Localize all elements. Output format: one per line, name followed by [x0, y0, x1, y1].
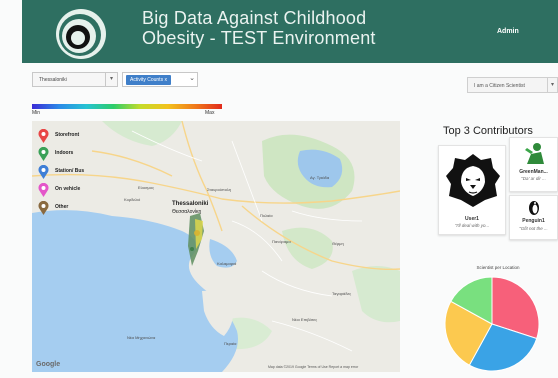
vehicle-pin-icon: [38, 183, 49, 197]
map-place-label: Νέα Μηχανιώνα: [127, 335, 156, 340]
green-figure-icon: [525, 143, 544, 164]
map-place-label: Περαία: [224, 341, 237, 346]
logo-icon: [56, 9, 106, 59]
metric-chip[interactable]: Activity Counts x: [126, 75, 171, 85]
map-attribution[interactable]: Map data ©2019 Google Terms of Use Repor…: [268, 365, 358, 369]
indoors-pin-icon: [38, 147, 49, 161]
city-select[interactable]: Thessaloniki ▾: [32, 72, 118, 87]
map-place-label: Καλαμαριά: [217, 261, 237, 266]
gradient-min-label: Min: [32, 110, 41, 116]
legend-label: Storefront: [55, 132, 80, 138]
pie-chart-title: Scientist per Location: [476, 265, 520, 270]
map-place-label: Θέρμη: [332, 241, 344, 246]
penguin-icon: [529, 201, 539, 215]
city-select-value: Thessaloniki: [39, 77, 67, 83]
role-select[interactable]: I am a Citizen Scientist ▾: [467, 77, 558, 93]
map-city-label-greek: Θεσσαλονίκη: [172, 209, 202, 215]
metric-select[interactable]: Activity Counts x ⌄: [122, 72, 198, 87]
contributor-name: Penguin1: [522, 218, 545, 224]
legend-item-storefront[interactable]: Storefront: [38, 129, 98, 147]
legend-item-station-bus[interactable]: Station/ Bus: [38, 165, 98, 183]
app-title: Big Data Against Childhood Obesity - TES…: [142, 8, 376, 48]
map-marker-legend: Storefront Indoors Station/ Bus On vehic…: [38, 129, 98, 219]
legend-label: Indoors: [55, 150, 74, 156]
chevron-down-icon: ⌄: [189, 75, 195, 82]
map-place-label: Εύοσμος: [138, 185, 155, 190]
legend-item-indoors[interactable]: Indoors: [38, 147, 98, 165]
map-place-label: Πυλαία: [260, 213, 273, 218]
lion-avatar-icon: [446, 154, 500, 207]
contributor-name: GreenMan...: [519, 169, 548, 175]
chevron-down-icon: ▾: [547, 78, 557, 92]
legend-label: Other: [55, 204, 69, 210]
station-bus-pin-icon: [38, 165, 49, 179]
map-place-label: Ταγαράδες: [332, 291, 352, 296]
gradient-max-label: Max: [205, 110, 215, 116]
other-pin-icon: [38, 201, 49, 215]
app-window: Big Data Against Childhood Obesity - TES…: [0, 0, 558, 378]
top-contributors-heading: Top 3 Contributors: [443, 125, 533, 137]
map-place-label: Πανόραμα: [272, 239, 291, 244]
contributor-quote: "I'll deal with yo...: [454, 223, 490, 228]
google-logo: Google: [36, 361, 61, 368]
chevron-down-icon: ▾: [105, 73, 117, 86]
contributor-card[interactable]: User1 "I'll deal with yo...: [438, 145, 506, 235]
heat-gradient-legend: [32, 104, 222, 109]
app-title-line2: Obesity - TEST Environment: [142, 28, 376, 48]
contributor-name: User1: [465, 216, 479, 222]
legend-label: On vehicle: [55, 186, 81, 192]
legend-label: Station/ Bus: [55, 168, 85, 174]
map-place-label: Κορδελιό: [124, 197, 141, 202]
pie-chart: [444, 276, 540, 372]
storefront-pin-icon: [38, 129, 49, 143]
user-menu-admin[interactable]: Admin: [497, 28, 519, 35]
contributor-card[interactable]: GreenMan... "Da' ar dir ...: [509, 137, 558, 192]
legend-item-other[interactable]: Other: [38, 201, 98, 219]
map-place-label: Σταυρούπολη: [207, 187, 232, 192]
app-header: Big Data Against Childhood Obesity - TES…: [22, 0, 558, 63]
map-place-label: Αγ. Τριάδα: [310, 175, 330, 180]
legend-item-vehicle[interactable]: On vehicle: [38, 183, 98, 201]
role-select-value: I am a Citizen Scientist: [474, 83, 525, 89]
map-place-label: Νέοι Επιβάτες: [292, 317, 318, 322]
contributor-quote: "Gfit not the ...: [519, 226, 548, 231]
app-title-line1: Big Data Against Childhood: [142, 8, 367, 28]
contributor-card[interactable]: Penguin1 "Gfit not the ...: [509, 195, 558, 240]
map-view[interactable]: Thessaloniki Θεσσαλονίκη Καλαμαριά Πυλαί…: [32, 121, 400, 372]
map-city-label: Thessaloniki: [172, 201, 209, 207]
contributor-quote: "Da' ar dir ...: [521, 176, 546, 181]
